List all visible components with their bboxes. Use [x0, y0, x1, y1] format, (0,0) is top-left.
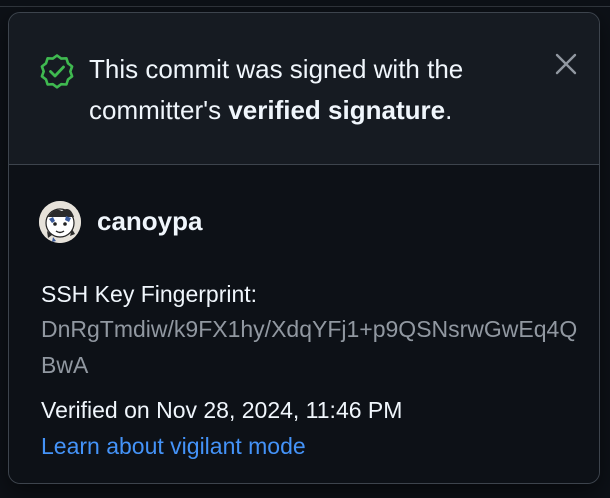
- verified-timestamp: Verified on Nov 28, 2024, 11:46 PM: [41, 397, 403, 423]
- signature-popover: This commit was signed with the committe…: [8, 12, 600, 484]
- message-suffix: .: [445, 95, 453, 125]
- ssh-key-fingerprint: DnRgTmdiw/k9FX1hy/XdqYFj1+p9QSNsrwGwEq4Q…: [41, 316, 578, 378]
- verified-badge-icon: [40, 54, 74, 89]
- message-bold: verified signature: [228, 95, 446, 125]
- signer-username[interactable]: canoypa: [97, 203, 203, 239]
- ssh-key-label: SSH Key Fingerprint:: [41, 281, 258, 307]
- avatar[interactable]: [39, 201, 81, 243]
- avatar-image: [39, 201, 81, 243]
- learn-vigilant-mode-link[interactable]: Learn about vigilant mode: [41, 429, 306, 463]
- x-icon: [555, 53, 577, 75]
- popover-header: This commit was signed with the committe…: [9, 13, 599, 165]
- background-divider: [0, 6, 610, 7]
- close-button[interactable]: [551, 49, 581, 79]
- signature-message: This commit was signed with the committe…: [89, 49, 539, 131]
- popover-body: canoypa SSH Key Fingerprint: DnRgTmdiw/k…: [9, 165, 599, 483]
